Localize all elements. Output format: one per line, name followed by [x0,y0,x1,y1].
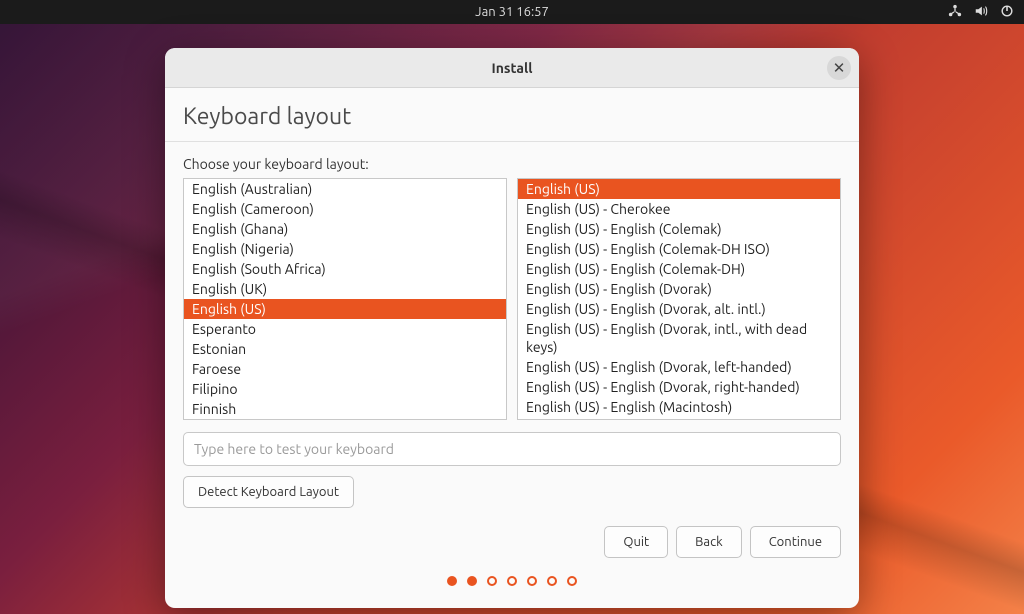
list-item[interactable]: English (US) - English (Norman) [518,417,840,420]
progress-dot [567,576,577,586]
progress-dot [487,576,497,586]
list-item[interactable]: English (US) - English (Dvorak) [518,279,840,299]
progress-dot [507,576,517,586]
keyboard-test-input[interactable] [183,432,841,466]
installer-content: Keyboard layout Choose your keyboard lay… [165,88,859,608]
progress-dots [183,576,841,586]
close-icon: ✕ [833,59,846,77]
clock[interactable]: Jan 31 16:57 [475,5,549,19]
power-icon[interactable] [1000,4,1014,21]
list-item[interactable]: English (Ghana) [184,219,506,239]
list-item[interactable]: Finnish [184,399,506,419]
window-title: Install [492,60,533,76]
divider [165,141,859,142]
continue-button[interactable]: Continue [750,526,841,558]
choose-label: Choose your keyboard layout: [183,156,841,172]
list-item[interactable]: Faroese [184,359,506,379]
list-item[interactable]: English (US) - English (Dvorak, left-han… [518,357,840,377]
list-item[interactable]: English (South Africa) [184,259,506,279]
keyboard-layout-list[interactable]: English (Australian)English (Cameroon)En… [183,178,507,420]
list-item[interactable]: English (Australian) [184,179,506,199]
list-item[interactable]: English (US) - English (Colemak-DH ISO) [518,239,840,259]
keyboard-variant-list[interactable]: English (US)English (US) - CherokeeEngli… [517,178,841,420]
window-titlebar[interactable]: Install ✕ [165,48,859,88]
list-item[interactable]: English (US) [184,299,506,319]
list-item[interactable]: French [184,419,506,420]
list-item[interactable]: English (US) - English (Dvorak, right-ha… [518,377,840,397]
system-tray[interactable] [948,4,1014,21]
back-button[interactable]: Back [676,526,742,558]
list-item[interactable]: English (US) - English (Macintosh) [518,397,840,417]
detect-layout-button[interactable]: Detect Keyboard Layout [183,476,354,508]
progress-dot [527,576,537,586]
list-item[interactable]: English (UK) [184,279,506,299]
progress-dot [547,576,557,586]
list-item[interactable]: English (US) - Cherokee [518,199,840,219]
list-item[interactable]: English (US) - English (Dvorak, alt. int… [518,299,840,319]
network-icon[interactable] [948,4,962,21]
list-item[interactable]: Filipino [184,379,506,399]
list-item[interactable]: English (US) [518,179,840,199]
progress-dot [447,576,457,586]
list-item[interactable]: English (US) - English (Dvorak, intl., w… [518,319,840,357]
list-item[interactable]: English (Cameroon) [184,199,506,219]
list-item[interactable]: Estonian [184,339,506,359]
volume-icon[interactable] [974,4,988,21]
desktop-background: Jan 31 16:57 Install ✕ Keyboard layout C… [0,0,1024,614]
list-item[interactable]: English (Nigeria) [184,239,506,259]
top-panel: Jan 31 16:57 [0,0,1024,24]
window-close-button[interactable]: ✕ [827,56,851,80]
nav-button-row: Quit Back Continue [183,526,841,558]
page-title: Keyboard layout [183,104,841,129]
list-item[interactable]: Esperanto [184,319,506,339]
installer-window: Install ✕ Keyboard layout Choose your ke… [165,48,859,608]
progress-dot [467,576,477,586]
layout-columns: English (Australian)English (Cameroon)En… [183,178,841,420]
list-item[interactable]: English (US) - English (Colemak) [518,219,840,239]
quit-button[interactable]: Quit [604,526,668,558]
list-item[interactable]: English (US) - English (Colemak-DH) [518,259,840,279]
